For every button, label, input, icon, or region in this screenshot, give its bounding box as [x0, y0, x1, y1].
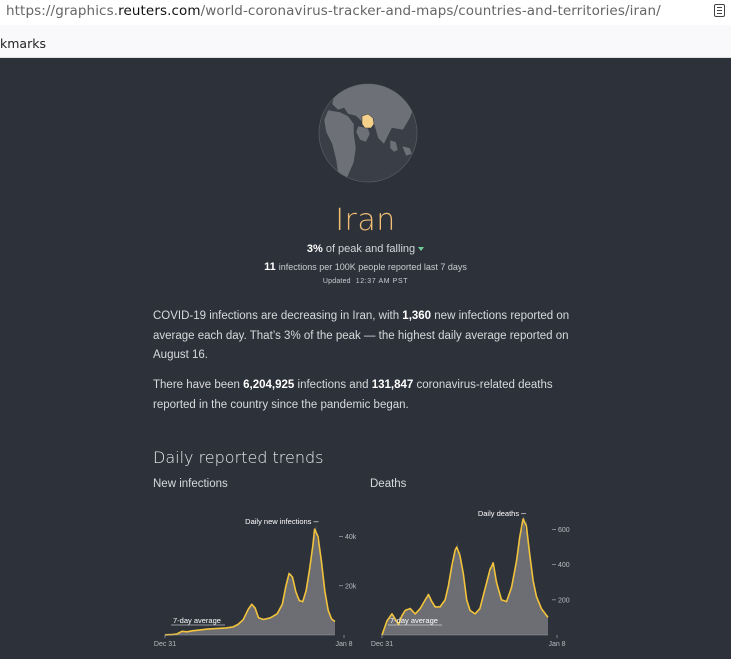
total-deaths: 131,847: [371, 379, 414, 391]
x-tick-end: Jan 8: [335, 641, 352, 648]
summary-paragraph-2: There have been 6,204,925 infections and…: [153, 379, 553, 411]
globe-map-icon: [318, 83, 418, 183]
x-tick-end: Jan 8: [548, 641, 565, 648]
infections-chart-label: New infections: [153, 478, 228, 490]
avg-daily-infections: 1,360: [402, 310, 432, 322]
peak-status: 3% of peak and falling: [0, 243, 731, 255]
reader-view-icon[interactable]: [714, 4, 725, 17]
trends-heading: Daily reported trends: [153, 448, 324, 467]
x-tick-start: Dec 31: [371, 641, 393, 648]
infections-chart: Dec 31 Jan 8 20k 40k Daily new infections 7-d…: [154, 517, 357, 648]
daily-label: Daily new infections: [245, 517, 312, 526]
url-text[interactable]: https://graphics.reuters.com/world-coron…: [6, 3, 661, 19]
bookmarks-toolbar: kmarks: [0, 25, 731, 58]
avg-label: 7-day average: [390, 616, 438, 625]
updated-time: Updated 12:37 AM PST: [322, 278, 409, 285]
address-bar[interactable]: https://graphics.reuters.com/world-coron…: [0, 0, 731, 25]
deaths-chart-label: Deaths: [370, 478, 407, 490]
y-tick-label: 400: [558, 562, 570, 569]
y-tick-label: 20k: [345, 583, 357, 590]
deaths-chart: Dec 31 Jan 8 200 400 600 Daily deaths 7-day av…: [371, 509, 570, 648]
total-infections: 6,204,925: [243, 379, 295, 391]
country-title: Iran: [335, 203, 396, 238]
x-tick-start: Dec 31: [154, 641, 176, 648]
page-content: Iran 3% of peak and falling 11 infections…: [0, 58, 731, 659]
daily-label: Daily deaths: [478, 509, 520, 518]
y-tick-label: 40k: [345, 534, 357, 541]
bookmarks-label[interactable]: kmarks: [0, 36, 46, 51]
infections-per-100k: 11 infections per 100K people reported la…: [264, 261, 467, 273]
avg-label: 7-day average: [173, 616, 221, 625]
y-tick-label: 600: [558, 527, 570, 534]
y-tick-label: 200: [558, 597, 570, 604]
down-triangle-icon: [418, 247, 425, 252]
summary-paragraph-1: COVID-19 infections are decreasing in Ir…: [153, 310, 570, 361]
